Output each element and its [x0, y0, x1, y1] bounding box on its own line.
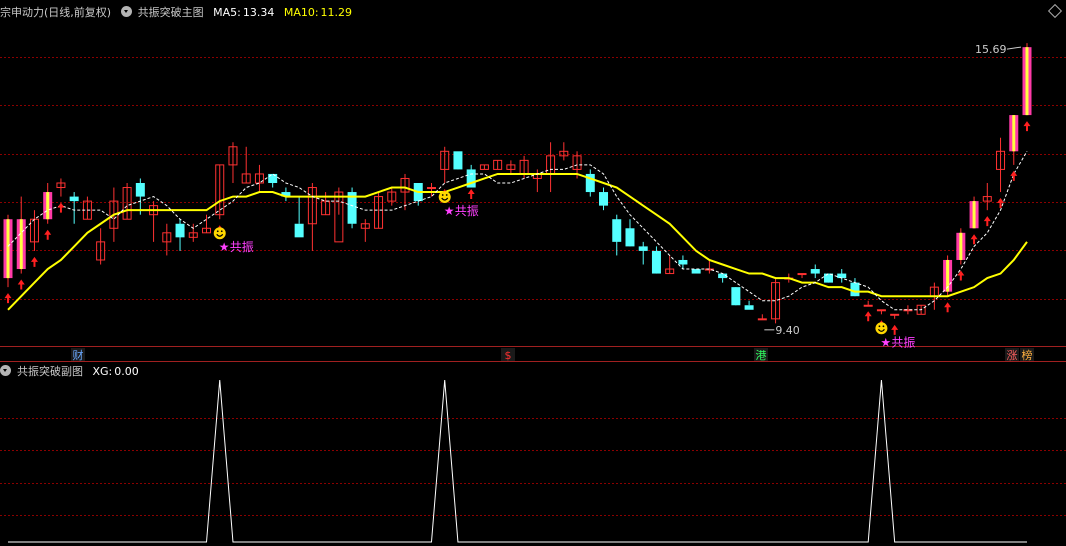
up-arrow-icon: [17, 279, 25, 290]
candle-body: [731, 287, 741, 306]
event-marker: 港: [756, 349, 767, 362]
candle-body: [890, 313, 900, 316]
up-arrow-icon: [970, 234, 978, 245]
candle-body-inner: [46, 192, 50, 220]
event-marker: 榜: [1022, 348, 1033, 362]
star-icon: ★: [219, 240, 230, 254]
candle-body: [268, 173, 278, 183]
event-marker: $: [505, 349, 512, 362]
candle-body-inner: [6, 219, 10, 279]
up-arrow-icon: [30, 256, 38, 267]
up-arrow-icon: [57, 202, 65, 213]
candle-body: [837, 273, 847, 279]
event-marker: 财: [73, 348, 84, 362]
candle-body: [876, 309, 886, 312]
candle-body: [625, 228, 635, 247]
up-arrow-icon: [1010, 170, 1018, 181]
ma5-line: [7, 151, 1028, 311]
star-icon: ★: [444, 204, 455, 218]
candle-body: [453, 151, 463, 170]
smiley-icon: [875, 322, 888, 335]
kline-chart[interactable]: ★ 共振★ 共振★ 共振15.699.40财 $ 港涨榜: [0, 0, 1066, 546]
smiley-eye: [216, 230, 219, 233]
candle-body: [850, 282, 860, 297]
signal-label: 共振: [230, 240, 254, 254]
candle-body-inner: [959, 232, 963, 260]
star-icon: ★: [880, 335, 891, 349]
candle-body: [175, 223, 185, 238]
high-pointer: [1006, 46, 1022, 50]
up-arrow-icon: [467, 189, 475, 199]
smiley-icon: [438, 191, 451, 203]
candle-body-inner: [19, 219, 23, 270]
candle-body: [678, 259, 688, 265]
candle-body: [612, 219, 622, 242]
candle-body: [744, 305, 754, 310]
candle-body: [797, 273, 807, 276]
candle-body: [69, 196, 79, 202]
smiley-eye: [878, 325, 881, 328]
ma10-line: [7, 172, 1028, 311]
candle-body: [135, 183, 145, 197]
high-price-label: 15.69: [975, 43, 1007, 56]
smiley-eye: [220, 230, 223, 233]
candle-body: [638, 246, 648, 251]
up-arrow-icon: [44, 229, 52, 240]
candle-body-inner: [972, 201, 976, 229]
signal-label: 共振: [455, 204, 479, 218]
smiley-eye: [441, 194, 444, 196]
up-arrow-icon: [983, 216, 991, 227]
event-marker: 涨: [1007, 349, 1018, 362]
smiley-icon: [213, 227, 226, 240]
signal-label: 共振: [891, 335, 915, 349]
candle-body: [757, 318, 767, 321]
candle-body: [651, 250, 661, 274]
candle-body: [863, 304, 873, 307]
up-arrow-icon: [997, 198, 1005, 209]
up-arrow-icon: [891, 324, 899, 335]
up-arrow-icon: [864, 311, 872, 322]
candle-body: [294, 223, 304, 238]
low-price-label: 9.40: [775, 324, 800, 337]
smiley-eye: [882, 325, 885, 328]
candle-body: [426, 187, 436, 190]
candle-body: [599, 192, 609, 206]
up-arrow-icon: [1023, 121, 1031, 132]
candle-body: [810, 269, 820, 274]
candle-body-inner: [1012, 115, 1016, 152]
candle-body: [691, 269, 701, 274]
smiley-eye: [445, 194, 448, 196]
xg-line: [8, 379, 1027, 543]
up-arrow-icon: [944, 302, 952, 313]
up-arrow-icon: [4, 293, 12, 304]
candle-body-inner: [1025, 47, 1029, 116]
